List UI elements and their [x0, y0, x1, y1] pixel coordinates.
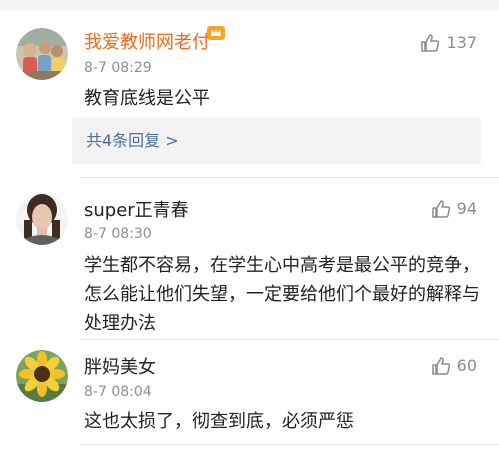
- comment-text-line: 怎么能让他们失望，一定要给他们个最好的解释与: [84, 284, 480, 305]
- username[interactable]: 我爱教师网老付: [84, 32, 210, 54]
- timestamp: 8-7 08:04: [84, 384, 152, 400]
- timestamp: 8-7 08:30: [84, 226, 152, 242]
- avatar-sunflower-icon: [16, 350, 68, 402]
- avatar-kids-icon: [16, 28, 68, 80]
- comment-text: 教育底线是公平: [84, 88, 210, 109]
- timestamp: 8-7 08:29: [84, 60, 152, 76]
- avatar[interactable]: [16, 28, 68, 80]
- comment-text: 这也太损了，彻查到底，必须严惩: [84, 411, 354, 432]
- divider: [80, 444, 499, 445]
- avatar[interactable]: [16, 193, 68, 245]
- comment-1: 我爱教师网老付 137 8-7 08:29 教育底线是公平 共4条回复 >: [0, 0, 499, 178]
- username[interactable]: 胖妈美女: [84, 357, 156, 379]
- avatar[interactable]: [16, 350, 68, 402]
- crown-badge-icon: [207, 26, 225, 40]
- thumbs-up-icon: [421, 34, 440, 52]
- like-button[interactable]: 60: [431, 356, 477, 376]
- thumbs-up-icon: [431, 357, 450, 375]
- like-count: 94: [456, 199, 477, 218]
- reply-count-box[interactable]: 共4条回复 >: [72, 118, 481, 164]
- reply-count-link[interactable]: 共4条回复 >: [86, 131, 179, 151]
- comment-3: 胖妈美女 60 8-7 08:04 这也太损了，彻查到底，必须严惩: [0, 340, 499, 450]
- comment-2: super正青春 94 8-7 08:30 学生都不容易，在学生心中高考是最公平…: [0, 178, 499, 340]
- comment-text-line: 学生都不容易，在学生心中高考是最公平的竞争，: [84, 255, 480, 276]
- like-button[interactable]: 137: [420, 33, 477, 53]
- comment-text: 学生都不容易，在学生心中高考是最公平的竞争， 怎么能让他们失望，一定要给他们个最…: [84, 251, 484, 338]
- comments-page: 我爱教师网老付 137 8-7 08:29 教育底线是公平 共4条回复 > su…: [0, 0, 499, 450]
- comment-text-line: 处理办法: [84, 313, 156, 334]
- thumbs-up-icon: [431, 200, 450, 218]
- like-count: 137: [446, 33, 477, 52]
- avatar-portrait-icon: [16, 193, 68, 245]
- like-count: 60: [456, 356, 477, 375]
- like-button[interactable]: 94: [431, 199, 477, 219]
- username[interactable]: super正青春: [84, 200, 189, 222]
